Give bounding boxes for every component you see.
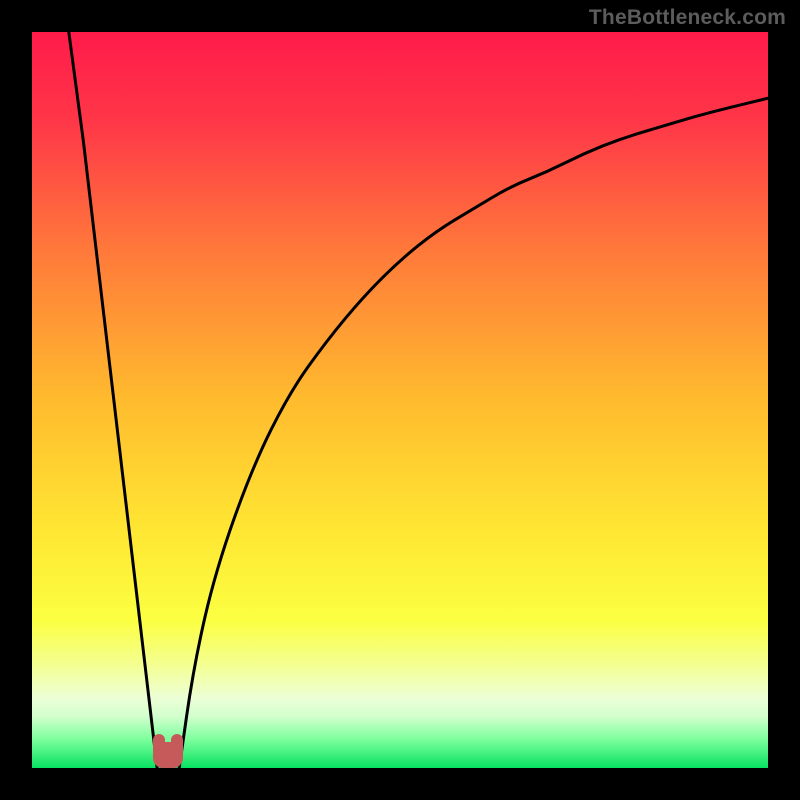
minimum-marker	[153, 742, 183, 768]
chart-frame: TheBottleneck.com	[0, 0, 800, 800]
plot-area	[32, 32, 768, 768]
watermark-text: TheBottleneck.com	[589, 6, 786, 30]
curve-left	[69, 32, 157, 768]
curve-svg	[32, 32, 768, 768]
curve-right	[179, 98, 768, 768]
